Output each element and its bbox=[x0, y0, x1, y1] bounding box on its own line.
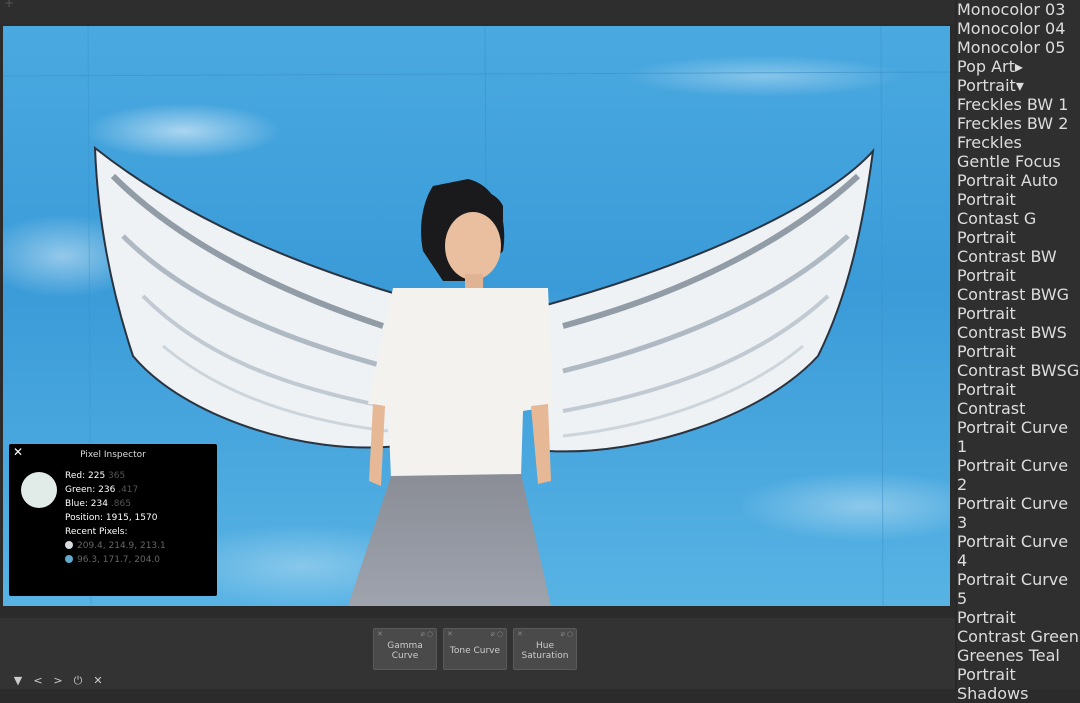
top-bar: + bbox=[0, 0, 955, 24]
color-swatch bbox=[21, 472, 57, 508]
blue-value: Blue: 234 bbox=[65, 499, 108, 509]
preset-item[interactable]: Portrait Curve 3 bbox=[957, 494, 1080, 532]
group-portrait[interactable]: Portrait▾ bbox=[957, 76, 1080, 95]
girl bbox=[348, 179, 553, 606]
preset-item[interactable]: Monocolor 05 bbox=[957, 38, 1080, 57]
gamma-curve-tool[interactable]: ✕ ⌀ ○ Gamma Curve bbox=[373, 628, 437, 670]
group-pop-art[interactable]: Pop Art▸ bbox=[957, 57, 1080, 76]
tool-label: Curve bbox=[391, 651, 419, 661]
close-icon[interactable]: ✕ bbox=[447, 630, 453, 638]
preset-item[interactable]: Portrait Contrast BW bbox=[957, 228, 1080, 266]
collapse-icon[interactable]: ▼ bbox=[8, 674, 28, 687]
recent-dot-icon bbox=[65, 541, 73, 549]
close-icon[interactable]: ✕ bbox=[377, 630, 383, 638]
tool-label: Hue bbox=[535, 641, 554, 651]
power-icon[interactable]: ⏻ bbox=[68, 674, 88, 688]
preset-item[interactable]: Portrait Contrast BWG bbox=[957, 266, 1080, 304]
preset-item[interactable]: Freckles BW 1 bbox=[957, 95, 1080, 114]
prev-icon[interactable]: < bbox=[28, 674, 48, 687]
recent-label: Recent Pixels: bbox=[65, 527, 128, 537]
preset-item[interactable]: Portrait Curve 2 bbox=[957, 456, 1080, 494]
tool-options-icon[interactable]: ⌀ ○ bbox=[420, 630, 433, 638]
tool-options-icon[interactable]: ⌀ ○ bbox=[560, 630, 573, 638]
tool-options-icon[interactable]: ⌀ ○ bbox=[490, 630, 503, 638]
pixel-inspector: ✕ Pixel Inspector Red: 225 365 Green: 23… bbox=[9, 444, 217, 596]
preset-item[interactable]: Portrait Curve 1 bbox=[957, 418, 1080, 456]
position-value: Position: 1915, 1570 bbox=[65, 513, 158, 523]
inspector-values: Red: 225 365 Green: 236 .417 Blue: 234 .… bbox=[65, 469, 166, 567]
green-value: Green: 236 bbox=[65, 485, 116, 495]
preset-list: Monocolor 03 Monocolor 04 Monocolor 05 P… bbox=[957, 0, 1080, 703]
nav-controls: ▼ < > ⏻ ✕ bbox=[8, 674, 108, 688]
hue-saturation-tool[interactable]: ✕ ⌀ ○ Hue Saturation bbox=[513, 628, 577, 670]
preset-item[interactable]: Portrait Contast G bbox=[957, 190, 1080, 228]
preset-item[interactable]: Portrait Contrast Green bbox=[957, 608, 1080, 646]
red-extra: 365 bbox=[108, 471, 126, 481]
preset-item[interactable]: Portrait Contrast bbox=[957, 380, 1080, 418]
preset-item[interactable]: Portrait Contrast BWSG bbox=[957, 342, 1080, 380]
tool-label: Tone Curve bbox=[449, 646, 501, 656]
preset-item[interactable]: Freckles BW 2 bbox=[957, 114, 1080, 133]
bottom-toolbar: ✕ ⌀ ○ Gamma Curve ✕ ⌀ ○ Tone Curve ✕ ⌀ ○ Hue… bbox=[0, 618, 955, 689]
recent-dot-icon bbox=[65, 555, 73, 563]
tone-curve-tool[interactable]: ✕ ⌀ ○ Tone Curve bbox=[443, 628, 507, 670]
collapse-arrow-icon: ▾ bbox=[1015, 76, 1024, 95]
left-wing bbox=[93, 145, 405, 449]
recent-pixel: 209.4, 214.9, 213.1 bbox=[65, 539, 166, 553]
preset-item[interactable]: Portrait Auto bbox=[957, 171, 1080, 190]
blue-extra: .865 bbox=[110, 499, 131, 509]
recent-pixel: 96.3, 171.7, 204.0 bbox=[65, 553, 166, 567]
preset-item[interactable]: Portrait Contrast BWS bbox=[957, 304, 1080, 342]
preset-item[interactable]: Gentle Focus bbox=[957, 152, 1080, 171]
preset-item[interactable]: Greenes Teal bbox=[957, 646, 1080, 665]
red-value: Red: 225 bbox=[65, 471, 106, 481]
tool-label: Saturation bbox=[521, 651, 569, 661]
next-icon[interactable]: > bbox=[48, 674, 68, 687]
preset-item[interactable]: Portrait Curve 5 bbox=[957, 570, 1080, 608]
add-icon[interactable]: + bbox=[4, 0, 14, 10]
preset-item[interactable]: Portrait Curve 4 bbox=[957, 532, 1080, 570]
preset-item[interactable]: Portrait Shadows bbox=[957, 665, 1080, 703]
close-icon[interactable]: ✕ bbox=[88, 674, 108, 687]
preset-item[interactable]: Monocolor 04 bbox=[957, 19, 1080, 38]
close-icon[interactable]: ✕ bbox=[517, 630, 523, 638]
preset-item[interactable]: Freckles bbox=[957, 133, 1080, 152]
green-extra: .417 bbox=[118, 485, 139, 495]
inspector-title: Pixel Inspector bbox=[80, 450, 146, 460]
expand-arrow-icon: ▸ bbox=[1014, 57, 1023, 76]
preset-item[interactable]: Monocolor 03 bbox=[957, 0, 1080, 19]
right-wing bbox=[541, 147, 875, 453]
tool-label: Gamma bbox=[387, 641, 423, 651]
